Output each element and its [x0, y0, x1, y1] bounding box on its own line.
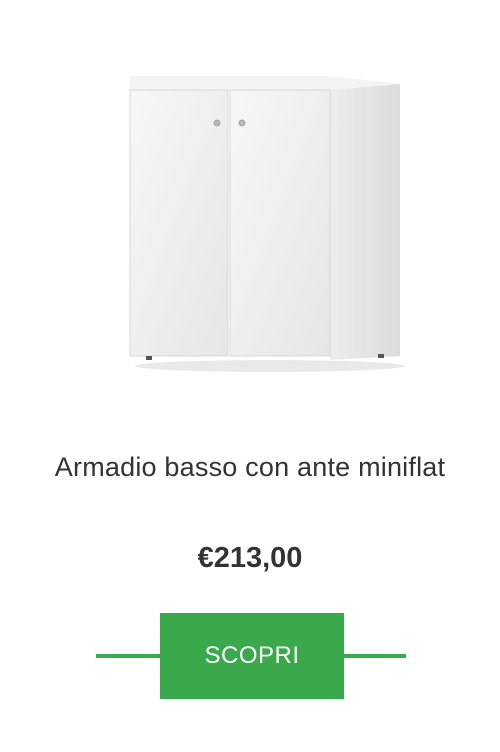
cabinet-icon — [129, 76, 405, 372]
product-image[interactable] — [110, 40, 410, 390]
scopri-button[interactable]: SCOPRI — [160, 613, 344, 699]
cta-decoration-line-left — [96, 654, 162, 658]
cta-decoration-line-right — [344, 654, 406, 658]
cta-row: SCOPRI — [0, 613, 500, 699]
product-card: Armadio basso con ante miniflat €213,00 … — [0, 0, 500, 752]
product-title[interactable]: Armadio basso con ante miniflat — [0, 452, 500, 483]
product-price: €213,00 — [197, 542, 303, 574]
